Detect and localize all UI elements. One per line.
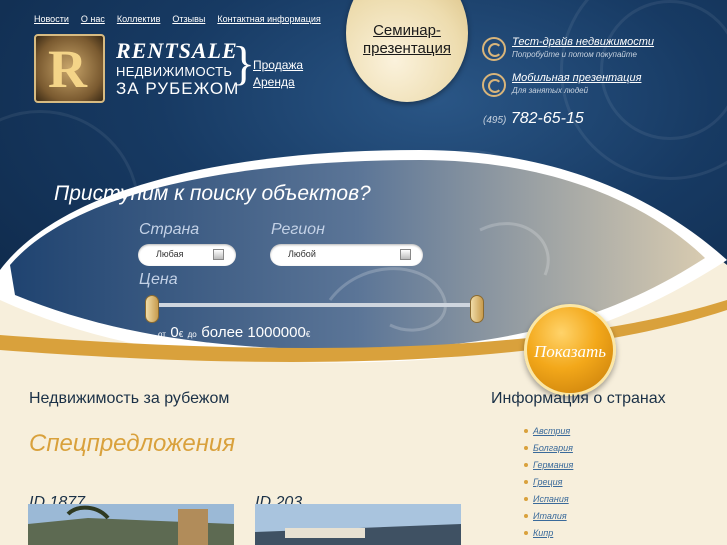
dropdown-icon	[400, 249, 411, 260]
decor-swirl	[600, 0, 727, 140]
search-title: Приступим к поиску объектов?	[54, 182, 371, 205]
nav-about[interactable]: О нас	[81, 14, 105, 24]
show-button[interactable]: Показать	[524, 304, 616, 396]
logo-emblem[interactable]: R	[34, 34, 105, 103]
country-link[interactable]: Германия	[533, 460, 573, 470]
country-select[interactable]: Любая	[138, 244, 236, 266]
country-value: Любая	[156, 249, 184, 259]
nav-contacts[interactable]: Контактная информация	[217, 14, 320, 24]
dropdown-icon	[213, 249, 224, 260]
promo-subtitle: Для занятых людей	[512, 86, 589, 95]
price-max: более 1000000	[201, 324, 306, 341]
country-link[interactable]: Кипр	[533, 528, 553, 538]
offer-photo[interactable]	[28, 504, 234, 545]
price-label: Цена	[139, 271, 178, 288]
brand-subtitle-1: НЕДВИЖИМОСТЬ	[116, 64, 233, 79]
nav-team[interactable]: Коллектив	[117, 14, 161, 24]
phone-code: (495)	[483, 115, 507, 126]
promo-title[interactable]: Тест-драйв недвижимости	[512, 36, 654, 48]
price-max-handle[interactable]	[470, 295, 484, 323]
logo-letter: R	[48, 39, 87, 99]
brand-title: RENTSALE	[116, 38, 238, 63]
countries-heading: Информация о странах	[491, 390, 666, 407]
link-rent[interactable]: Аренда	[253, 75, 303, 89]
link-sale[interactable]: Продажа	[253, 58, 303, 72]
price-min: 0	[170, 324, 179, 341]
promo-test-drive[interactable]: Тест-драйв недвижимости Попробуйте и пот…	[482, 36, 654, 61]
promo-title[interactable]: Мобильная презентация	[512, 72, 641, 84]
price-slider[interactable]	[150, 303, 480, 307]
list-item: Австрия	[524, 422, 573, 439]
phone-number: 782-65-15	[510, 110, 584, 127]
country-link[interactable]: Болгария	[533, 443, 573, 453]
region-select[interactable]: Любой	[270, 244, 423, 266]
country-link[interactable]: Австрия	[533, 426, 570, 436]
nav-reviews[interactable]: Отзывы	[172, 14, 205, 24]
country-link[interactable]: Испания	[533, 494, 569, 504]
show-button-label: Показать	[534, 342, 606, 361]
list-item: Германия	[524, 456, 573, 473]
list-item: Испания	[524, 490, 573, 507]
sale-links: Продажа Аренда	[253, 58, 303, 89]
country-link[interactable]: Италия	[533, 511, 567, 521]
country-link[interactable]: Греция	[533, 477, 562, 487]
list-item: Греция	[524, 473, 573, 490]
specials-heading: Спецпредложения	[29, 430, 236, 457]
promo-subtitle: Попробуйте и потом покупайте	[512, 50, 637, 59]
section-heading: Недвижимость за рубежом	[29, 390, 230, 407]
country-label: Страна	[139, 221, 200, 238]
brand-subtitle-2: ЗА РУБЕЖОМ	[116, 79, 240, 98]
swirl-icon	[482, 73, 506, 97]
list-item: Италия	[524, 507, 573, 524]
list-item: Болгария	[524, 439, 573, 456]
seminar-link[interactable]: Семинар-презентация	[346, 22, 468, 58]
phone: (495) 782-65-15	[483, 110, 584, 128]
price-range-text: от 0€ до более 1000000€	[158, 324, 311, 341]
promo-mobile[interactable]: Мобильная презентация Для занятых людей	[482, 72, 641, 97]
top-nav: Новости О нас Коллектив Отзывы Контактна…	[34, 14, 321, 24]
countries-list: Австрия Болгария Германия Греция Испания…	[524, 422, 573, 541]
list-item: Кипр	[524, 524, 573, 541]
region-label: Регион	[271, 221, 325, 238]
price-min-handle[interactable]	[145, 295, 159, 323]
swirl-icon	[482, 37, 506, 61]
region-value: Любой	[288, 249, 316, 259]
offer-photo[interactable]	[255, 504, 461, 545]
nav-news[interactable]: Новости	[34, 14, 69, 24]
brace-decoration: }	[232, 37, 256, 90]
brand-name[interactable]: RENTSALE НЕДВИЖИМОСТЬ ЗА РУБЕЖОМ	[116, 38, 240, 98]
